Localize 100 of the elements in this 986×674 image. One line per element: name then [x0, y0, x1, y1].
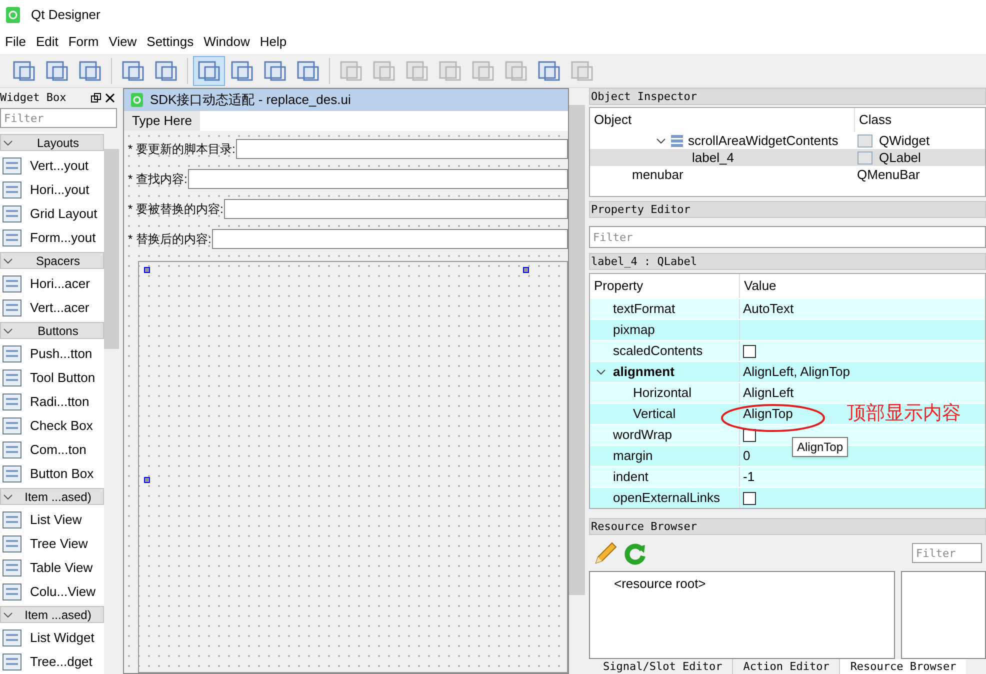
widget-icon	[2, 582, 22, 602]
checkbox[interactable]	[743, 344, 756, 358]
chevron-icon[interactable]	[596, 368, 606, 376]
widget-icon	[2, 510, 22, 530]
column-header[interactable]: Class	[855, 108, 985, 132]
tool-icon	[12, 58, 36, 82]
widget-icon	[2, 180, 22, 200]
widget-item[interactable]: Com...ton	[0, 438, 104, 462]
widget-item[interactable]: Hori...yout	[0, 178, 104, 202]
dock-title: Resource Browser	[591, 521, 697, 532]
selection-handle[interactable]	[144, 267, 150, 273]
widget-icon	[2, 416, 22, 436]
class-icon	[857, 134, 873, 148]
widget-item[interactable]: List View	[0, 508, 104, 532]
form-label: * 要更新的脚本目录:	[128, 141, 236, 158]
form-label: * 要被替换的内容:	[128, 201, 224, 218]
chevron-icon	[3, 138, 13, 146]
widget-item[interactable]: Grid Layout	[0, 202, 104, 226]
tool-icon	[438, 58, 462, 82]
widget-icon	[2, 298, 22, 318]
dock-title: Object Inspector	[591, 91, 697, 102]
form-input-field[interactable]	[236, 139, 568, 159]
widget-item[interactable]: Check Box	[0, 414, 104, 438]
tool-icon	[504, 58, 528, 82]
widget-icon	[2, 558, 22, 578]
property-row[interactable]: Horizontal AlignLeft	[590, 382, 985, 403]
widget-item[interactable]: Vert...acer	[0, 296, 104, 320]
widget-item[interactable]: Form...yout	[0, 226, 104, 250]
tooltip: AlignTop	[792, 437, 848, 457]
widget-item[interactable]: Button Box	[0, 462, 104, 486]
widget-item[interactable]: Colu...View	[0, 580, 104, 604]
close-icon[interactable]	[105, 93, 115, 103]
form-label: * 查找内容:	[128, 171, 188, 188]
category-header[interactable]: Item ...ased)	[0, 606, 104, 623]
form-input-field[interactable]	[224, 199, 568, 219]
refresh-icon[interactable]	[623, 541, 647, 565]
widget-item[interactable]: Tree...dget	[0, 650, 104, 674]
property-row[interactable]: pixmap	[590, 319, 985, 340]
filter-field[interactable]: Filter	[912, 543, 982, 563]
tool-icon	[296, 58, 320, 82]
category-header[interactable]: Layouts	[0, 134, 104, 151]
layout-icon	[670, 134, 684, 148]
tool-icon	[263, 58, 287, 82]
dock-title: label_4 : QLabel	[591, 256, 697, 267]
widget-item[interactable]: Radi...tton	[0, 390, 104, 414]
widget-item[interactable]: Tree View	[0, 532, 104, 556]
widget-item[interactable]: Push...tton	[0, 342, 104, 366]
widget-icon	[2, 628, 22, 648]
tool-icon	[78, 58, 102, 82]
tool-icon	[197, 58, 221, 82]
widget-icon	[2, 534, 22, 554]
category-header[interactable]: Item ...ased)	[0, 488, 104, 505]
tree-item[interactable]: <resource root>	[590, 572, 894, 594]
widget-icon	[2, 228, 22, 248]
dock-title: Property Editor	[591, 204, 690, 215]
tool-icon	[230, 58, 254, 82]
widget-item[interactable]: Table View	[0, 556, 104, 580]
menu-item[interactable]: Settings	[142, 32, 199, 52]
filter-field[interactable]: Filter	[0, 108, 117, 128]
pencil-icon[interactable]	[593, 540, 619, 566]
tool-icon	[471, 58, 495, 82]
menu-placeholder[interactable]: Type Here	[124, 111, 200, 131]
filter-field[interactable]: Filter	[589, 226, 986, 248]
category-header[interactable]: Buttons	[0, 322, 104, 339]
column-header[interactable]: Value	[740, 274, 985, 298]
class-icon	[857, 150, 873, 164]
selection-handle[interactable]	[144, 477, 150, 483]
form-input-field[interactable]	[212, 229, 568, 249]
menu-item[interactable]: Help	[254, 32, 292, 52]
menu-item[interactable]: Form	[63, 32, 104, 52]
window-title: Qt Designer	[31, 6, 100, 24]
menu-item[interactable]: Edit	[30, 32, 64, 52]
toolbar-button[interactable]	[193, 56, 225, 86]
property-row[interactable]: openExternalLinks	[590, 487, 985, 508]
property-row[interactable]: textFormat AutoText	[590, 298, 985, 319]
tool-icon	[154, 58, 178, 82]
widget-icon	[2, 464, 22, 484]
tool-icon	[537, 58, 561, 82]
property-row[interactable]: scaledContents	[590, 340, 985, 361]
widget-icon	[2, 344, 22, 364]
property-row[interactable]: alignment AlignLeft, AlignTop	[590, 361, 985, 382]
form-input-field[interactable]	[188, 169, 568, 189]
menu-item[interactable]: File	[0, 32, 31, 52]
tab[interactable]: Resource Browser	[840, 659, 966, 674]
widget-icon	[2, 156, 22, 176]
widget-item[interactable]: Hori...acer	[0, 272, 104, 296]
checkbox[interactable]	[743, 492, 756, 504]
menu-item[interactable]: View	[104, 32, 142, 52]
widget-item[interactable]: Tool Button	[0, 366, 104, 390]
property-row[interactable]: indent -1	[590, 466, 985, 487]
selection-handle[interactable]	[523, 267, 529, 273]
chevron-icon[interactable]	[656, 136, 666, 144]
widget-item[interactable]: List Widget	[0, 626, 104, 650]
category-header[interactable]: Spacers	[0, 252, 104, 269]
tree-row[interactable]: label_4 QLabel	[590, 149, 985, 166]
widget-item[interactable]: Vert...yout	[0, 154, 104, 178]
widget-icon	[2, 368, 22, 388]
menu-item[interactable]: Window	[198, 32, 255, 52]
dock-title: Widget Box	[0, 90, 66, 106]
float-icon[interactable]	[91, 93, 101, 103]
